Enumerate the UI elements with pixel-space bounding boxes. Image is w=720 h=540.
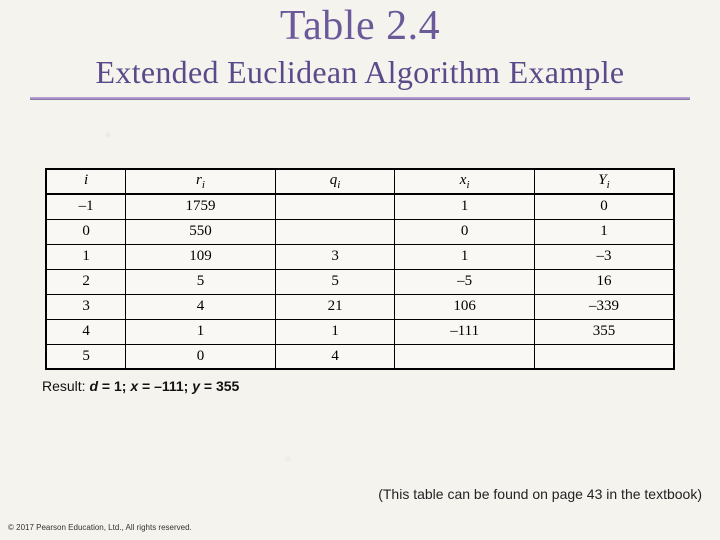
table-header-row: i ri qi xi Yi: [46, 169, 674, 194]
cell: 3: [46, 294, 126, 319]
cell: –3: [534, 244, 674, 269]
cell: 0: [395, 219, 535, 244]
cell: 5: [126, 269, 276, 294]
cell: 1: [534, 219, 674, 244]
cell: 2: [46, 269, 126, 294]
title-underline: [30, 97, 690, 100]
cell: [534, 344, 674, 369]
cell: 1: [46, 244, 126, 269]
table-row: 5 0 4: [46, 344, 674, 369]
cell: 109: [126, 244, 276, 269]
cell: 0: [534, 194, 674, 219]
cell: 1: [275, 319, 395, 344]
col-header-q: qi: [275, 169, 395, 194]
col-header-i: i: [46, 169, 126, 194]
cell: –339: [534, 294, 674, 319]
cell: –1: [46, 194, 126, 219]
cell: 4: [46, 319, 126, 344]
cell: [395, 344, 535, 369]
table-row: 0 550 0 1: [46, 219, 674, 244]
cell: –5: [395, 269, 535, 294]
page-title: Table 2.4: [0, 0, 720, 50]
cell: 0: [126, 344, 276, 369]
copyright-notice: © 2017 Pearson Education, Ltd., All righ…: [8, 523, 192, 532]
cell: 5: [46, 344, 126, 369]
cell: 1: [395, 194, 535, 219]
cell: [275, 219, 395, 244]
cell: 5: [275, 269, 395, 294]
page-subtitle: Extended Euclidean Algorithm Example: [0, 54, 720, 91]
table-body: –1 1759 1 0 0 550 0 1 1 109 3 1: [46, 194, 674, 369]
cell: [275, 194, 395, 219]
cell: 21: [275, 294, 395, 319]
cell: 3: [275, 244, 395, 269]
cell: 1: [126, 319, 276, 344]
cell: 355: [534, 319, 674, 344]
table-row: 2 5 5 –5 16: [46, 269, 674, 294]
cell: 16: [534, 269, 674, 294]
cell: 0: [46, 219, 126, 244]
cell: 1759: [126, 194, 276, 219]
cell: 550: [126, 219, 276, 244]
table-caption: (This table can be found on page 43 in t…: [378, 486, 702, 502]
cell: –111: [395, 319, 535, 344]
slide-content: Table 2.4 Extended Euclidean Algorithm E…: [0, 0, 720, 540]
table-container: i ri qi xi Yi –1 1759 1 0 0 550: [45, 168, 675, 370]
table-row: 4 1 1 –111 355: [46, 319, 674, 344]
col-header-y: Yi: [534, 169, 674, 194]
col-header-x: xi: [395, 169, 535, 194]
table-row: –1 1759 1 0: [46, 194, 674, 219]
cell: 4: [126, 294, 276, 319]
cell: 106: [395, 294, 535, 319]
result-line: Result: d = 1; x = –111; y = 355: [42, 378, 720, 394]
table-row: 1 109 3 1 –3: [46, 244, 674, 269]
euclidean-table: i ri qi xi Yi –1 1759 1 0 0 550: [45, 168, 675, 370]
cell: 4: [275, 344, 395, 369]
col-header-r: ri: [126, 169, 276, 194]
cell: 1: [395, 244, 535, 269]
table-row: 3 4 21 106 –339: [46, 294, 674, 319]
